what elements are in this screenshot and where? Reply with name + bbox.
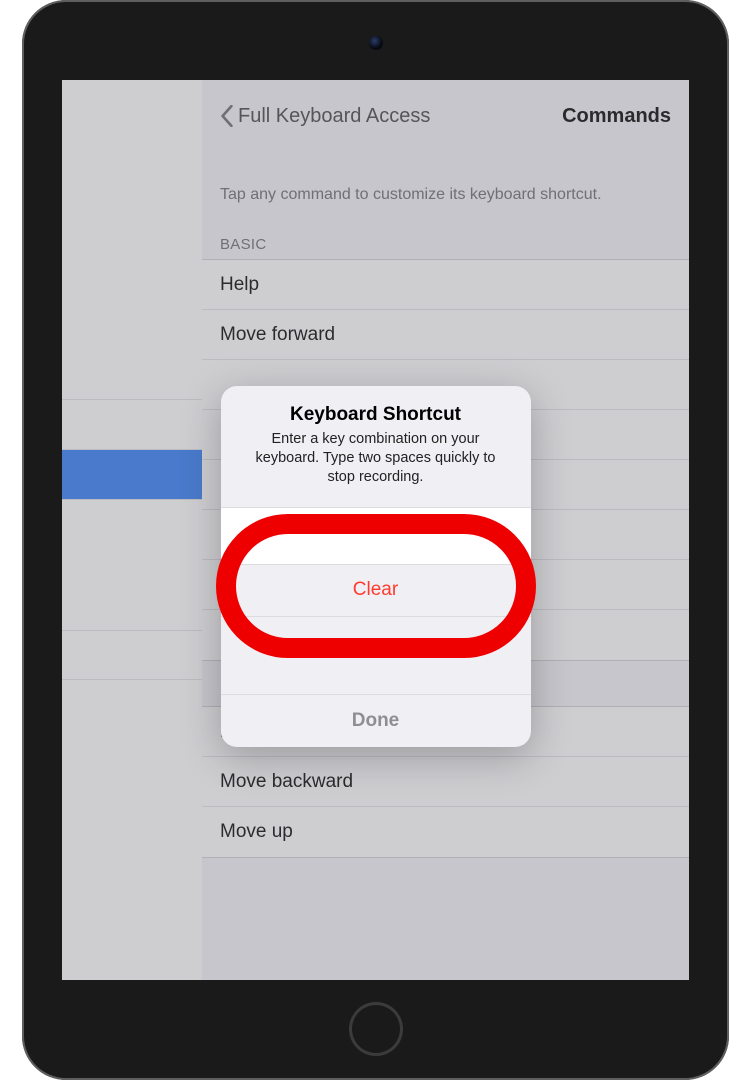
- done-button[interactable]: Done: [221, 695, 531, 747]
- clear-button[interactable]: Clear: [221, 565, 531, 617]
- keyboard-shortcut-dialog: Keyboard Shortcut Enter a key combinatio…: [221, 386, 531, 747]
- shortcut-input[interactable]: [221, 507, 531, 565]
- home-button[interactable]: [349, 1002, 403, 1056]
- ipad-frame: ss ck de Full Keyboard Access Commands T…: [22, 0, 729, 1080]
- dialog-spacer: [221, 617, 531, 695]
- dialog-header: Keyboard Shortcut Enter a key combinatio…: [221, 386, 531, 493]
- dialog-title: Keyboard Shortcut: [243, 404, 509, 426]
- screen: ss ck de Full Keyboard Access Commands T…: [62, 80, 689, 980]
- front-camera: [369, 36, 383, 50]
- dialog-message: Enter a key combination on your keyboard…: [243, 430, 509, 487]
